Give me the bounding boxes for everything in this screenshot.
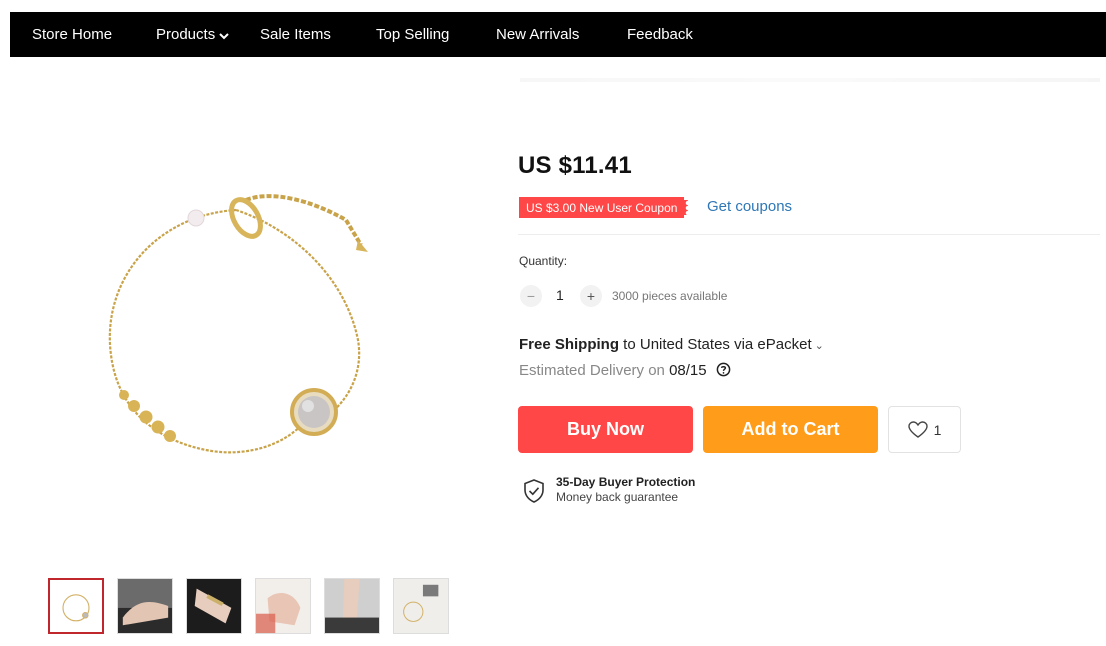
quantity-value[interactable]: 1 <box>556 287 564 303</box>
quantity-increase-button[interactable]: + <box>580 285 602 307</box>
divider <box>518 234 1100 235</box>
wishlist-button[interactable]: 1 <box>888 406 961 453</box>
nav-new-arrivals[interactable]: New Arrivals <box>496 12 579 57</box>
thumbnail-arm-image <box>325 579 379 633</box>
nav-products-label: Products <box>156 26 216 43</box>
nav-sale-items[interactable]: Sale Items <box>260 12 331 57</box>
new-user-coupon-badge[interactable]: US $3.00 New User Coupon <box>519 197 689 218</box>
delivery-label: Estimated Delivery on <box>519 362 670 379</box>
product-price: US $11.41 <box>518 152 632 179</box>
nav-feedback[interactable]: Feedback <box>627 12 693 57</box>
nav-new-arrivals-label: New Arrivals <box>496 26 580 43</box>
shipping-destination: to United States via ePacket <box>619 336 812 353</box>
shipping-selector[interactable]: Free Shipping to United States via ePack… <box>519 336 824 353</box>
nav-products[interactable]: Products <box>156 12 229 57</box>
get-coupons-link[interactable]: Get coupons <box>707 198 792 215</box>
thumbnail-1[interactable] <box>48 578 104 634</box>
faint-divider <box>520 78 1100 82</box>
free-shipping-label: Free Shipping <box>519 336 620 353</box>
buyer-protection-subtitle: Money back guarantee <box>556 490 679 504</box>
delivery-date: 08/15 <box>669 362 707 379</box>
nav-store-home-label: Store Home <box>32 26 113 43</box>
quantity-label: Quantity: <box>519 254 568 268</box>
buyer-protection-title: 35-Day Buyer Protection <box>556 475 696 489</box>
thumbnail-6[interactable] <box>393 578 449 634</box>
nav-feedback-label: Feedback <box>627 26 693 43</box>
chevron-down-icon: ⌄ <box>814 340 824 352</box>
help-icon[interactable] <box>716 362 731 377</box>
thumbnail-2[interactable] <box>117 578 173 634</box>
thumbnail-bracelet-image <box>62 594 90 622</box>
thumbnail-wrist-image <box>118 579 172 633</box>
thumbnail-5[interactable] <box>324 578 380 634</box>
wishlist-count: 1 <box>933 421 942 438</box>
add-to-cart-button[interactable]: Add to Cart <box>703 406 878 453</box>
nav-top-selling-label: Top Selling <box>376 26 450 43</box>
thumbnail-flatlay-image <box>394 579 448 633</box>
nav-store-home[interactable]: Store Home <box>32 12 112 57</box>
available-stock: 3000 pieces available <box>612 289 728 303</box>
buy-now-button[interactable]: Buy Now <box>518 406 693 453</box>
shield-check-icon <box>524 479 544 503</box>
thumbnail-strip <box>48 578 462 634</box>
thumbnail-3[interactable] <box>186 578 242 634</box>
quantity-decrease-button[interactable]: − <box>520 285 542 307</box>
nav-top-selling[interactable]: Top Selling <box>376 12 449 57</box>
store-nav-bar: Store Home Products Sale Items Top Selli… <box>10 12 1106 57</box>
thumbnail-hand-image <box>187 579 241 633</box>
coupon-label: US $3.00 New User Coupon <box>526 200 678 215</box>
heart-icon <box>907 420 928 438</box>
nav-sale-items-label: Sale Items <box>260 26 331 43</box>
chevron-down-icon <box>219 32 229 39</box>
estimated-delivery: Estimated Delivery on 08/15 <box>519 362 731 379</box>
top-strip <box>0 0 1106 12</box>
product-main-image[interactable] <box>96 170 396 470</box>
thumbnail-4[interactable] <box>255 578 311 634</box>
thumbnail-model-image <box>256 579 310 633</box>
